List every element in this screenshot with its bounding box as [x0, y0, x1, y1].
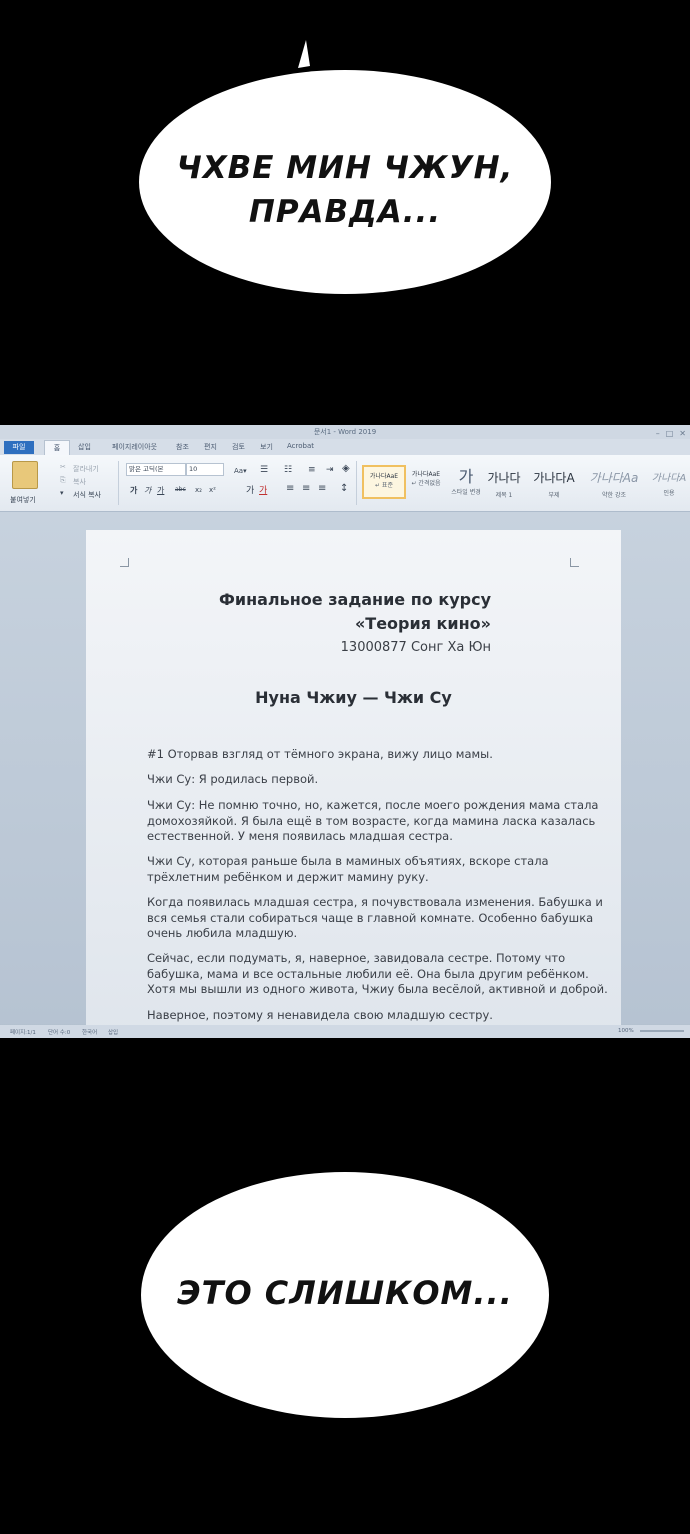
- tab-references[interactable]: 참조: [176, 442, 189, 452]
- title-bar: 문서1 - Word 2019 – □ ✕: [0, 425, 690, 439]
- tab-insert[interactable]: 삽입: [78, 442, 91, 452]
- zoom-slider[interactable]: [640, 1030, 684, 1032]
- zoom-level[interactable]: 100%: [618, 1028, 634, 1034]
- speech-bubble-top-line1: Чхве Мин Чжун,: [176, 150, 514, 186]
- style-quote-name: 인용: [663, 490, 675, 497]
- font-size-select[interactable]: 10: [186, 463, 224, 476]
- style-subtle-emphasis-sample: 가나다Aa: [589, 471, 639, 485]
- tab-file[interactable]: 파일: [4, 441, 34, 454]
- style-normal[interactable]: 가나다AaE ↵ 표준: [362, 465, 406, 499]
- font-color-icon[interactable]: 가: [259, 483, 267, 496]
- align-left-icon[interactable]: ≡: [286, 483, 294, 494]
- format-painter-icon[interactable]: ▾: [60, 489, 64, 497]
- paste-button[interactable]: 붙여넣기: [10, 495, 36, 505]
- document-title-line2: «Теория кино»: [354, 614, 491, 633]
- document-paragraph: Сейчас, если подумать, я, наверное, зави…: [147, 951, 608, 996]
- multilevel-list-icon[interactable]: ≡: [308, 465, 316, 475]
- align-right-icon[interactable]: ≡: [318, 483, 326, 494]
- ribbon-home: 붙여넣기 ✂ 잘라내기 ⎘ 복사 ▾ 서식 복사 맑은 고딕(본 10 가 가 …: [0, 455, 690, 512]
- ribbon-divider: [356, 461, 357, 505]
- document-paragraph: #1 Оторвав взгляд от тёмного экрана, виж…: [147, 747, 493, 761]
- highlight-icon[interactable]: 가: [246, 483, 254, 496]
- document-area: Финальное задание по курсу «Теория кино»…: [0, 512, 690, 1038]
- font-grow-icon[interactable]: Aa▾: [234, 467, 247, 475]
- bold-button[interactable]: 가: [130, 485, 137, 496]
- copy-icon[interactable]: ⎘: [60, 476, 66, 485]
- style-normal-name: ↵ 표준: [375, 482, 393, 489]
- margin-corner-mark: [570, 558, 579, 567]
- style-subtle-emphasis-name: 약한 강조: [602, 492, 626, 499]
- ribbon-tabs: 파일 홈 삽입 페이지레이아웃 참조 편지 검토 보기 Acrobat: [0, 439, 690, 456]
- style-heading-1[interactable]: 가나다 제목 1: [484, 469, 524, 499]
- style-change-name: 스타일 변경: [451, 489, 481, 496]
- status-page[interactable]: 페이지:1/1: [10, 1028, 36, 1036]
- underline-button[interactable]: 가: [157, 485, 164, 496]
- tab-review[interactable]: 검토: [232, 442, 245, 452]
- style-quote-sample: 가나다A: [651, 473, 687, 484]
- numbering-icon[interactable]: ☷: [284, 465, 292, 475]
- window-title: 문서1 - Word 2019: [313, 428, 377, 436]
- document-subtitle: Нуна Чжиу — Чжи Су: [255, 688, 452, 707]
- document-page[interactable]: Финальное задание по курсу «Теория кино»…: [86, 530, 621, 1038]
- cut-button[interactable]: 잘라내기: [73, 464, 99, 474]
- document-author: 13000877 Сонг Ха Юн: [340, 640, 491, 655]
- document-paragraph: Чжи Су, которая раньше была в маминых об…: [147, 854, 549, 884]
- status-word-count[interactable]: 단어 수:0: [48, 1028, 70, 1036]
- style-heading-1-sample: 가나다: [487, 471, 521, 485]
- style-subtitle-name: 부제: [548, 492, 560, 499]
- style-no-spacing[interactable]: 가나다AaE ↵ 간격없음: [406, 469, 446, 487]
- speech-bubble-top: Чхве Мин Чжун, правда...: [138, 40, 552, 295]
- style-normal-sample: 가나다AaE: [369, 473, 399, 480]
- line-spacing-icon[interactable]: ↕: [340, 483, 348, 494]
- word-window: 문서1 - Word 2019 – □ ✕ 파일 홈 삽입 페이지레이아웃 참조…: [0, 425, 690, 1038]
- style-subtitle[interactable]: 가나다A 부제: [528, 469, 580, 499]
- style-quote[interactable]: 가나다A 인용: [648, 469, 690, 497]
- italic-button[interactable]: 가: [144, 485, 151, 496]
- document-paragraph: Наверное, поэтому я ненавидела свою млад…: [147, 1008, 493, 1022]
- speech-bubble-bottom-text: Это слишком...: [177, 1274, 513, 1312]
- copy-button[interactable]: 복사: [73, 477, 86, 487]
- style-no-spacing-sample: 가나다AaE: [411, 471, 441, 478]
- document-paragraph: Чжи Су: Я родилась первой.: [147, 772, 319, 786]
- superscript-button[interactable]: x²: [209, 486, 216, 494]
- tab-mailings[interactable]: 편지: [204, 442, 217, 452]
- indent-icon[interactable]: ⇥: [326, 465, 334, 475]
- font-name-select[interactable]: 맑은 고딕(본: [126, 463, 186, 476]
- tab-home[interactable]: 홈: [44, 440, 70, 456]
- style-no-spacing-name: ↵ 간격없음: [411, 480, 441, 487]
- document-paragraph: Чжи Су: Не помню точно, но, кажется, пос…: [147, 798, 599, 843]
- style-change-sample: 가: [458, 467, 474, 486]
- style-subtitle-sample: 가나다A: [533, 471, 575, 485]
- shading-icon[interactable]: ◈: [342, 463, 350, 474]
- speech-bubble-top-line2: правда...: [248, 194, 442, 230]
- paste-icon[interactable]: [12, 461, 38, 489]
- status-language[interactable]: 한국어: [82, 1028, 97, 1036]
- tab-page-layout[interactable]: 페이지레이아웃: [112, 442, 157, 452]
- subscript-button[interactable]: x₂: [195, 486, 202, 494]
- status-insert-mode[interactable]: 삽입: [108, 1028, 118, 1036]
- tab-view[interactable]: 보기: [260, 442, 273, 452]
- style-change[interactable]: 가 스타일 변경: [450, 463, 482, 496]
- speech-bubble-bottom: Это слишком...: [140, 1170, 550, 1420]
- tab-acrobat[interactable]: Acrobat: [287, 442, 314, 450]
- align-center-icon[interactable]: ≡: [302, 483, 310, 494]
- style-heading-1-name: 제목 1: [495, 492, 513, 499]
- cut-icon[interactable]: ✂: [60, 463, 66, 471]
- format-painter-button[interactable]: 서식 복사: [73, 490, 101, 500]
- document-paragraph: Когда появилась младшая сестра, я почувс…: [147, 895, 603, 940]
- document-title-line1: Финальное задание по курсу: [218, 590, 491, 609]
- style-subtle-emphasis[interactable]: 가나다Aa 약한 강조: [586, 469, 642, 499]
- margin-corner-mark: [120, 558, 129, 567]
- bullets-icon[interactable]: ☰: [260, 465, 268, 475]
- status-bar: 페이지:1/1 단어 수:0 한국어 삽입 100%: [0, 1025, 690, 1038]
- strikethrough-button[interactable]: abc: [175, 486, 186, 493]
- ribbon-divider: [118, 461, 119, 505]
